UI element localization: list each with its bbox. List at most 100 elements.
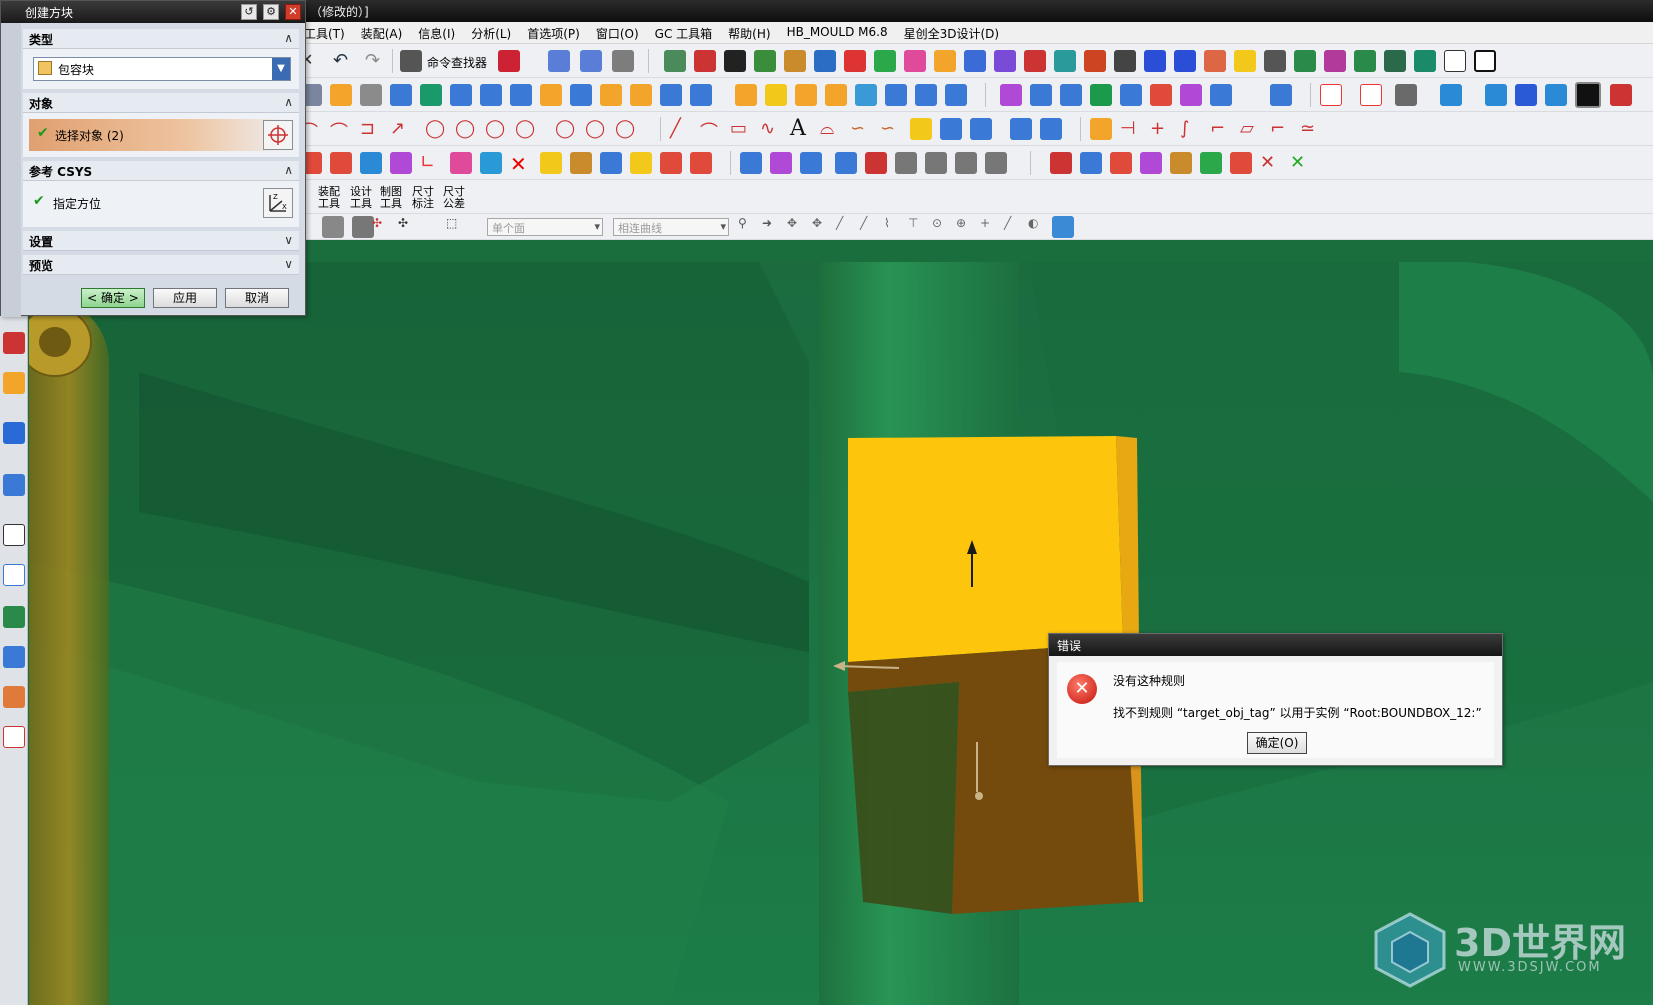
text-a-icon[interactable]: A — [790, 116, 812, 141]
command-finder-label[interactable]: 命令查找器 — [427, 54, 487, 71]
system-materials-icon[interactable] — [3, 564, 25, 586]
curve-edit-icon[interactable] — [1084, 50, 1106, 72]
plane-icon[interactable] — [1000, 84, 1022, 106]
mesh6-icon[interactable] — [1180, 84, 1202, 106]
sheet-icon[interactable] — [1024, 50, 1046, 72]
project2-icon[interactable] — [970, 118, 992, 140]
trim2-icon[interactable]: ⊣ — [1120, 118, 1142, 140]
loft3-icon[interactable] — [915, 84, 937, 106]
offset-icon[interactable]: ↗ — [390, 118, 412, 140]
gear-icon[interactable]: ⚙ — [263, 4, 279, 20]
circle6-icon[interactable]: ◯ — [585, 118, 607, 140]
mold7-icon[interactable]: ✕ — [1260, 152, 1282, 174]
shape3-icon[interactable] — [480, 84, 502, 106]
loft-icon[interactable] — [855, 84, 877, 106]
mold6-icon[interactable] — [1230, 152, 1252, 174]
brush-icon[interactable] — [570, 152, 592, 174]
constraint-navigator-icon[interactable] — [3, 332, 25, 354]
mesh-icon[interactable] — [1030, 84, 1052, 106]
shape-curve-icon[interactable]: ⌓ — [820, 118, 842, 140]
section-csys-header[interactable]: 参考 CSYS ∧ — [23, 161, 299, 181]
diamond2-icon[interactable] — [480, 152, 502, 174]
mesh5-icon[interactable] — [1150, 84, 1172, 106]
line-green-icon[interactable] — [754, 50, 776, 72]
drawing-icon[interactable] — [994, 50, 1016, 72]
part-navigator-icon[interactable] — [3, 372, 25, 394]
sweep-icon[interactable] — [735, 84, 757, 106]
hidden-line-icon[interactable] — [1515, 84, 1537, 106]
grid-color-icon[interactable] — [934, 50, 956, 72]
assembly-tools-button[interactable]: 装配 工具 — [318, 186, 340, 210]
project3-icon[interactable] — [1010, 118, 1032, 140]
process-studio-icon[interactable] — [3, 606, 25, 628]
snap-on-face-icon[interactable]: ◐ — [1028, 216, 1050, 238]
close-icon[interactable]: ✕ — [285, 4, 301, 20]
shell2-icon[interactable] — [690, 84, 712, 106]
rectangle-icon[interactable]: ▭ — [730, 118, 752, 140]
stack-icon[interactable] — [874, 50, 896, 72]
mold8-icon[interactable]: ✕ — [1290, 152, 1312, 174]
menu-preferences[interactable]: 首选项(P) — [527, 25, 580, 42]
reuse-library-icon[interactable] — [3, 422, 25, 444]
font-a-icon[interactable] — [814, 50, 836, 72]
snap-center-icon[interactable]: ⊙ — [932, 216, 954, 238]
menu-info[interactable]: 信息(I) — [418, 25, 455, 42]
snap-quadrant-icon[interactable]: ⊕ — [956, 216, 978, 238]
snap-move2-icon[interactable]: ✥ — [812, 216, 834, 238]
window-icon[interactable] — [1474, 50, 1496, 72]
cancel-button[interactable]: 取消 — [225, 288, 289, 308]
mesh8-icon[interactable] — [1270, 84, 1292, 106]
color-icon[interactable] — [844, 50, 866, 72]
tolerance-button[interactable]: 尺寸 公差 — [443, 186, 465, 210]
studio-icon[interactable] — [1610, 84, 1632, 106]
mesh3-icon[interactable] — [1090, 84, 1112, 106]
view-icon[interactable] — [1294, 50, 1316, 72]
diamond-icon[interactable] — [450, 152, 472, 174]
trim4-icon[interactable]: ∫ — [1180, 118, 1202, 140]
shell-icon[interactable] — [660, 84, 682, 106]
mold2-icon[interactable] — [1080, 152, 1102, 174]
tool4-icon[interactable] — [835, 152, 857, 174]
sweep3-icon[interactable] — [795, 84, 817, 106]
snap-intersect-icon[interactable]: ⊤ — [908, 216, 930, 238]
menu-window[interactable]: 窗口(O) — [596, 25, 639, 42]
mold5-icon[interactable] — [1200, 152, 1222, 174]
cube-blue-icon[interactable] — [1144, 50, 1166, 72]
assembly-icon[interactable] — [784, 50, 806, 72]
tool3-icon[interactable] — [800, 152, 822, 174]
trim6-icon[interactable]: ▱ — [1240, 118, 1262, 140]
edge-tool-icon[interactable] — [580, 50, 602, 72]
text-icon[interactable] — [724, 50, 746, 72]
zoom-icon[interactable] — [1360, 84, 1382, 106]
hd3d-tools-icon[interactable] — [3, 474, 25, 496]
section-settings-header[interactable]: 设置 ∨ — [23, 231, 299, 251]
frame2-icon[interactable] — [660, 152, 682, 174]
section-object-header[interactable]: 对象 ∧ — [23, 93, 299, 113]
circle2-icon[interactable]: ◯ — [455, 118, 477, 140]
tool5-icon[interactable] — [865, 152, 887, 174]
number-icon[interactable] — [600, 152, 622, 174]
snap-icon[interactable]: ✣ — [372, 216, 394, 238]
shape2-icon[interactable] — [450, 84, 472, 106]
disc-icon[interactable] — [1414, 50, 1436, 72]
history-icon[interactable] — [3, 524, 25, 546]
pin-icon[interactable]: ⚲ — [738, 216, 760, 238]
cloud-icon[interactable] — [360, 84, 382, 106]
select-tool2-icon[interactable] — [352, 216, 374, 238]
menu-xingchuang-3d[interactable]: 星创全3D设计(D) — [904, 25, 999, 42]
book-icon[interactable] — [510, 84, 532, 106]
error-ok-button[interactable]: 确定(O) — [1247, 732, 1307, 754]
type-combobox[interactable]: 包容块 ▼ — [33, 57, 291, 81]
tool7-icon[interactable] — [925, 152, 947, 174]
menu-tools[interactable]: 工具(T) — [304, 25, 345, 42]
static-icon[interactable] — [1545, 84, 1567, 106]
layer-icon[interactable] — [664, 50, 686, 72]
menu-help[interactable]: 帮助(H) — [728, 25, 770, 42]
tool6-icon[interactable] — [895, 152, 917, 174]
mesh7-icon[interactable] — [1210, 84, 1232, 106]
rotate-icon[interactable] — [1395, 84, 1417, 106]
roles-icon[interactable] — [3, 646, 25, 668]
project-icon[interactable] — [940, 118, 962, 140]
mold4-icon[interactable] — [1170, 152, 1192, 174]
snap-on-curve-icon[interactable]: ╱ — [1004, 216, 1026, 238]
